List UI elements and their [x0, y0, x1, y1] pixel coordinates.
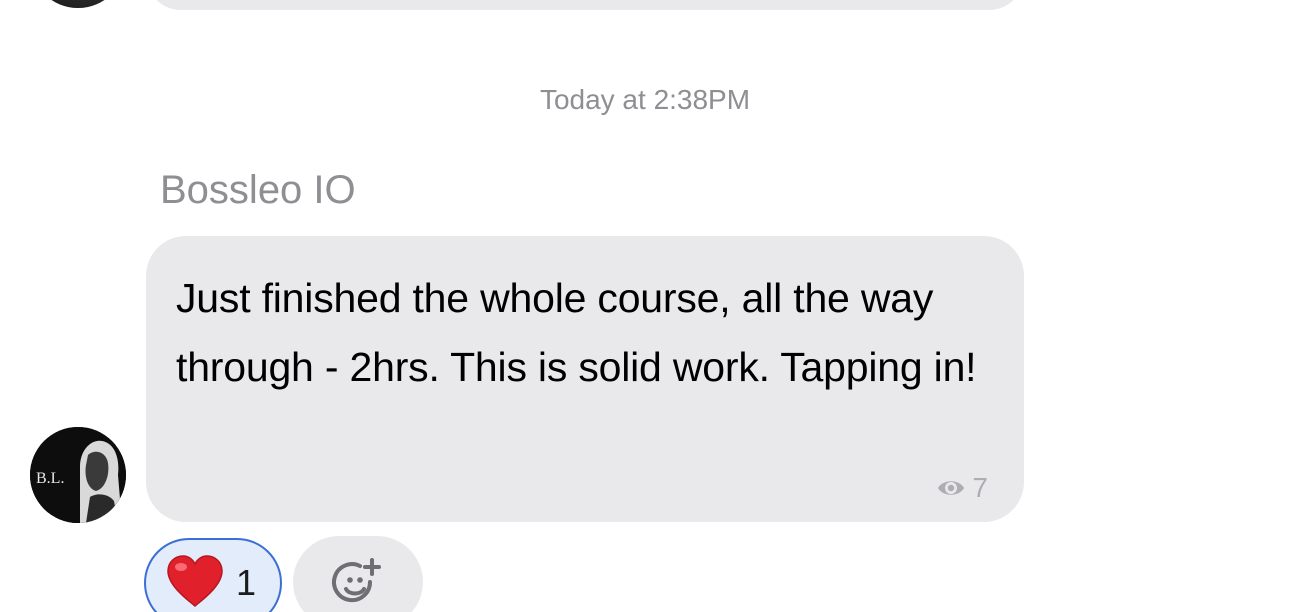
- view-count-value: 7: [972, 472, 988, 503]
- message-bubble[interactable]: Just finished the whole course, all the …: [146, 236, 1024, 522]
- chat-view: Today at 2:38PM Bossleo IO Just finished…: [0, 0, 1290, 612]
- message-text: Just finished the whole course, all the …: [176, 275, 977, 390]
- reaction-count: 1: [236, 562, 257, 603]
- sender-avatar[interactable]: B.L.: [30, 427, 126, 523]
- sender-name[interactable]: Bossleo IO: [160, 166, 356, 214]
- eye-icon: [936, 476, 966, 500]
- avatar-monogram: B.L.: [36, 470, 64, 487]
- previous-sender-avatar[interactable]: [30, 0, 126, 8]
- reaction-heart-button[interactable]: 1: [144, 538, 282, 612]
- add-reaction-button[interactable]: [293, 536, 423, 612]
- view-count: 7: [936, 472, 988, 504]
- previous-message-bubble[interactable]: [146, 0, 1024, 10]
- message-timestamp: Today at 2:38PM: [539, 84, 751, 115]
- add-reaction-icon: [330, 556, 386, 612]
- heart-emoji-icon: [166, 554, 224, 612]
